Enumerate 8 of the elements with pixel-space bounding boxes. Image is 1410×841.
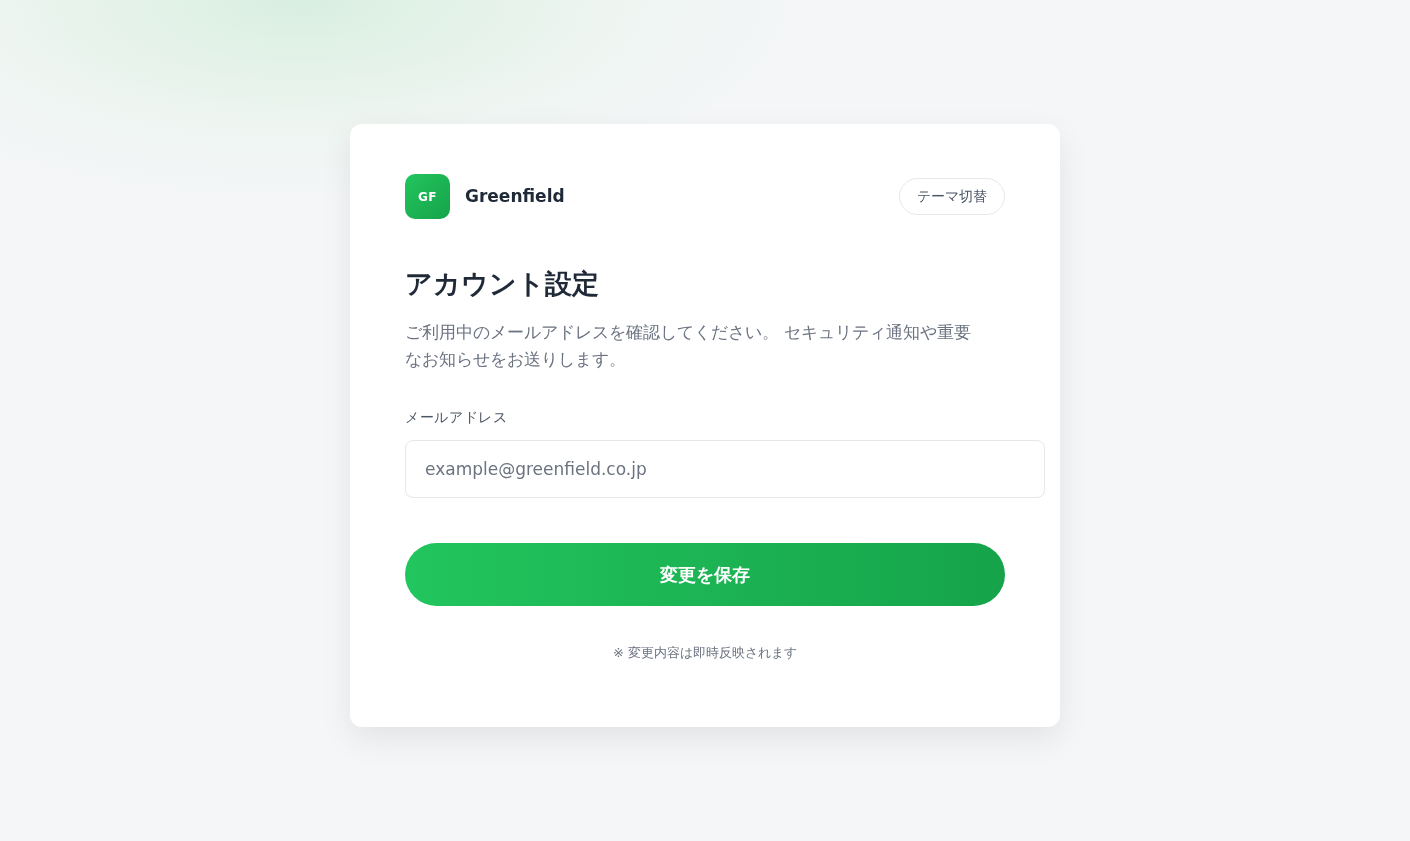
email-field[interactable]: example@greenfield.co.jp: [405, 439, 1045, 498]
email-label: メールアドレス: [405, 407, 509, 427]
page-title: アカウント設定: [405, 267, 600, 301]
brand-name: Greenfield: [465, 184, 565, 208]
theme-toggle-button[interactable]: テーマ切替: [899, 178, 1005, 215]
logo: GF: [405, 174, 450, 219]
description: ご利用中のメールアドレスを確認してください。 セキュリティ通知や重要なお知らせをお送りします。: [405, 320, 973, 371]
note: ※ 変更内容は即時反映されます: [613, 643, 797, 662]
